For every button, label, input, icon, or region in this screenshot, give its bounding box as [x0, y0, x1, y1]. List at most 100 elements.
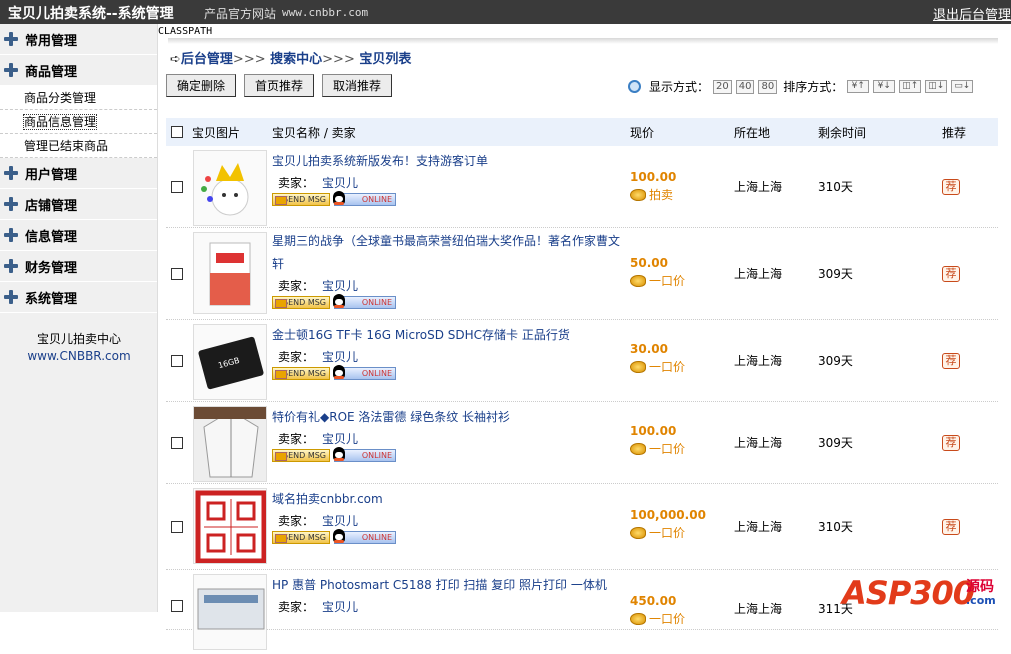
seller-link[interactable]: 宝贝儿: [322, 279, 358, 293]
seal-stamp-image: [195, 490, 266, 563]
delete-button[interactable]: 确定删除: [166, 74, 237, 97]
col-header-price: 现价: [630, 125, 655, 140]
send-msg-button[interactable]: SEND MSG: [272, 531, 330, 544]
item-location: 上海上海: [734, 436, 783, 450]
sort-price-up-icon[interactable]: ¥↑: [847, 80, 870, 93]
send-msg-button[interactable]: SEND MSG: [272, 296, 330, 309]
sidebar-group-goods[interactable]: 商品管理: [0, 55, 157, 86]
row-checkbox[interactable]: [171, 180, 183, 193]
row-checkbox[interactable]: [171, 520, 183, 533]
item-thumbnail[interactable]: [193, 406, 267, 482]
item-name-link[interactable]: 特价有礼◆ROE 洛法雷德 绿色条纹 长袖衬衫: [272, 406, 630, 429]
online-button[interactable]: ONLINE: [333, 529, 396, 544]
row-checkbox[interactable]: [171, 600, 183, 612]
divider: [168, 38, 998, 44]
item-location: 上海上海: [734, 267, 783, 281]
item-thumbnail[interactable]: [193, 150, 267, 226]
online-label: ONLINE: [361, 298, 392, 307]
sidebar-group-info[interactable]: 信息管理: [0, 220, 157, 251]
breadcrumb-admin[interactable]: 后台管理: [181, 52, 233, 67]
item-price: 100,000.00: [630, 508, 706, 522]
sidebar-item-goods-info[interactable]: 商品信息管理: [0, 110, 157, 134]
item-price: 50.00: [630, 256, 668, 270]
row-checkbox[interactable]: [171, 354, 183, 367]
seller-label: 卖家：: [278, 432, 315, 446]
breadcrumb-search[interactable]: 搜索中心: [270, 52, 322, 67]
seller-link[interactable]: 宝贝儿: [322, 176, 358, 190]
recommend-button[interactable]: 荐: [942, 434, 960, 451]
price-type: 拍卖: [649, 188, 674, 202]
sidebar-item-ended-goods[interactable]: 管理已结束商品: [0, 134, 157, 158]
sidebar-group-users[interactable]: 用户管理: [0, 158, 157, 189]
sort-time-down-icon[interactable]: ◫↓: [925, 80, 948, 93]
sidebar-item-category[interactable]: 商品分类管理: [0, 86, 157, 110]
sidebar-group-system[interactable]: 系统管理: [0, 282, 157, 313]
online-button[interactable]: ONLINE: [333, 191, 396, 206]
row-checkbox[interactable]: [171, 436, 183, 449]
online-button[interactable]: ONLINE: [333, 365, 396, 380]
recommend-button[interactable]: 荐: [942, 518, 960, 535]
breadcrumb-sep: >>>: [232, 52, 266, 67]
table-row: 星期三的战争（全球童书最高荣誉纽伯瑞大奖作品！著名作家曹文轩 卖家： 宝贝儿 SE…: [166, 228, 998, 320]
online-label: ONLINE: [361, 195, 392, 204]
seller-link[interactable]: 宝贝儿: [322, 350, 358, 364]
qq-icon: [333, 529, 345, 543]
sort-default-icon[interactable]: ▭↓: [951, 80, 974, 93]
view-option-80[interactable]: 80: [758, 79, 778, 94]
online-button[interactable]: ONLINE: [333, 294, 396, 309]
sidebar: 常用管理 商品管理 商品分类管理 商品信息管理 管理已结束商品 用户管理 店铺管…: [0, 24, 158, 612]
select-all-checkbox[interactable]: [171, 126, 183, 138]
item-location: 上海上海: [734, 180, 783, 194]
qq-icon: [333, 294, 345, 308]
item-name-link[interactable]: 宝贝儿拍卖系统新版发布！支持游客订单: [272, 150, 630, 173]
row-checkbox[interactable]: [171, 267, 183, 280]
cancel-recommend-button[interactable]: 取消推荐: [322, 74, 393, 97]
arrow-icon: ➪: [170, 52, 181, 67]
item-thumbnail[interactable]: [193, 574, 267, 650]
item-thumbnail[interactable]: [193, 232, 267, 314]
sidebar-group-shops[interactable]: 店铺管理: [0, 189, 157, 220]
book-image: [209, 242, 251, 306]
item-thumbnail[interactable]: [193, 488, 267, 564]
home-recommend-button[interactable]: 首页推荐: [244, 74, 315, 97]
send-msg-button[interactable]: SEND MSG: [272, 193, 330, 206]
auction-hammer-icon: [630, 188, 646, 201]
recommend-button[interactable]: 荐: [942, 265, 960, 282]
sidebar-group-finance[interactable]: 财务管理: [0, 251, 157, 282]
send-msg-button[interactable]: SEND MSG: [272, 449, 330, 462]
sidebar-group-label: 财务管理: [25, 260, 78, 276]
recommend-button[interactable]: 荐: [942, 178, 960, 195]
col-header-location: 所在地: [734, 125, 771, 140]
view-option-20[interactable]: 20: [713, 79, 732, 94]
price-type: 一口价: [649, 526, 686, 540]
online-button[interactable]: ONLINE: [333, 447, 396, 462]
footer-url[interactable]: www.CNBBR.com: [0, 349, 158, 363]
site-url[interactable]: www.cnbbr.com: [282, 6, 368, 19]
sd-card-image: 16GB: [198, 336, 264, 390]
coin-icon: [630, 442, 646, 455]
sort-time-up-icon[interactable]: ◫↑: [899, 80, 922, 93]
item-name-link[interactable]: HP 惠普 Photosmart C5188 打印 扫描 复印 照片打印 一体机: [272, 574, 630, 597]
item-name-link[interactable]: 金士顿16G TF卡 16G MicroSD SDHC存储卡 正品行货: [272, 324, 630, 347]
sort-price-down-icon[interactable]: ¥↓: [873, 80, 896, 93]
online-label: ONLINE: [361, 533, 392, 542]
col-header-recommend: 推荐: [942, 125, 967, 140]
sidebar-group-common[interactable]: 常用管理: [0, 24, 157, 55]
seller-link[interactable]: 宝贝儿: [322, 514, 358, 528]
logout-link[interactable]: 退出后台管理: [933, 4, 1011, 23]
send-msg-button[interactable]: SEND MSG: [272, 367, 330, 380]
item-thumbnail[interactable]: 16GB: [193, 324, 267, 400]
item-name-link[interactable]: 域名拍卖cnbbr.com: [272, 488, 630, 511]
item-name-link[interactable]: 星期三的战争（全球童书最高荣誉纽伯瑞大奖作品！著名作家曹文轩: [272, 230, 630, 276]
sidebar-group-label: 信息管理: [25, 229, 78, 245]
view-option-40[interactable]: 40: [735, 79, 755, 94]
breadcrumb: ➪后台管理>>> 搜索中心>>> 宝贝列表: [170, 48, 411, 67]
recommend-button[interactable]: 荐: [942, 352, 960, 369]
plus-icon: [4, 290, 18, 304]
sidebar-item-label: 商品信息管理: [22, 114, 98, 130]
seller-link[interactable]: 宝贝儿: [322, 432, 358, 446]
asp300-watermark-logo: ASP300 源码 .com: [838, 558, 1008, 612]
breadcrumb-list[interactable]: 宝贝列表: [359, 52, 411, 67]
seller-label: 卖家：: [278, 514, 315, 528]
sidebar-group-label: 系统管理: [25, 291, 78, 307]
